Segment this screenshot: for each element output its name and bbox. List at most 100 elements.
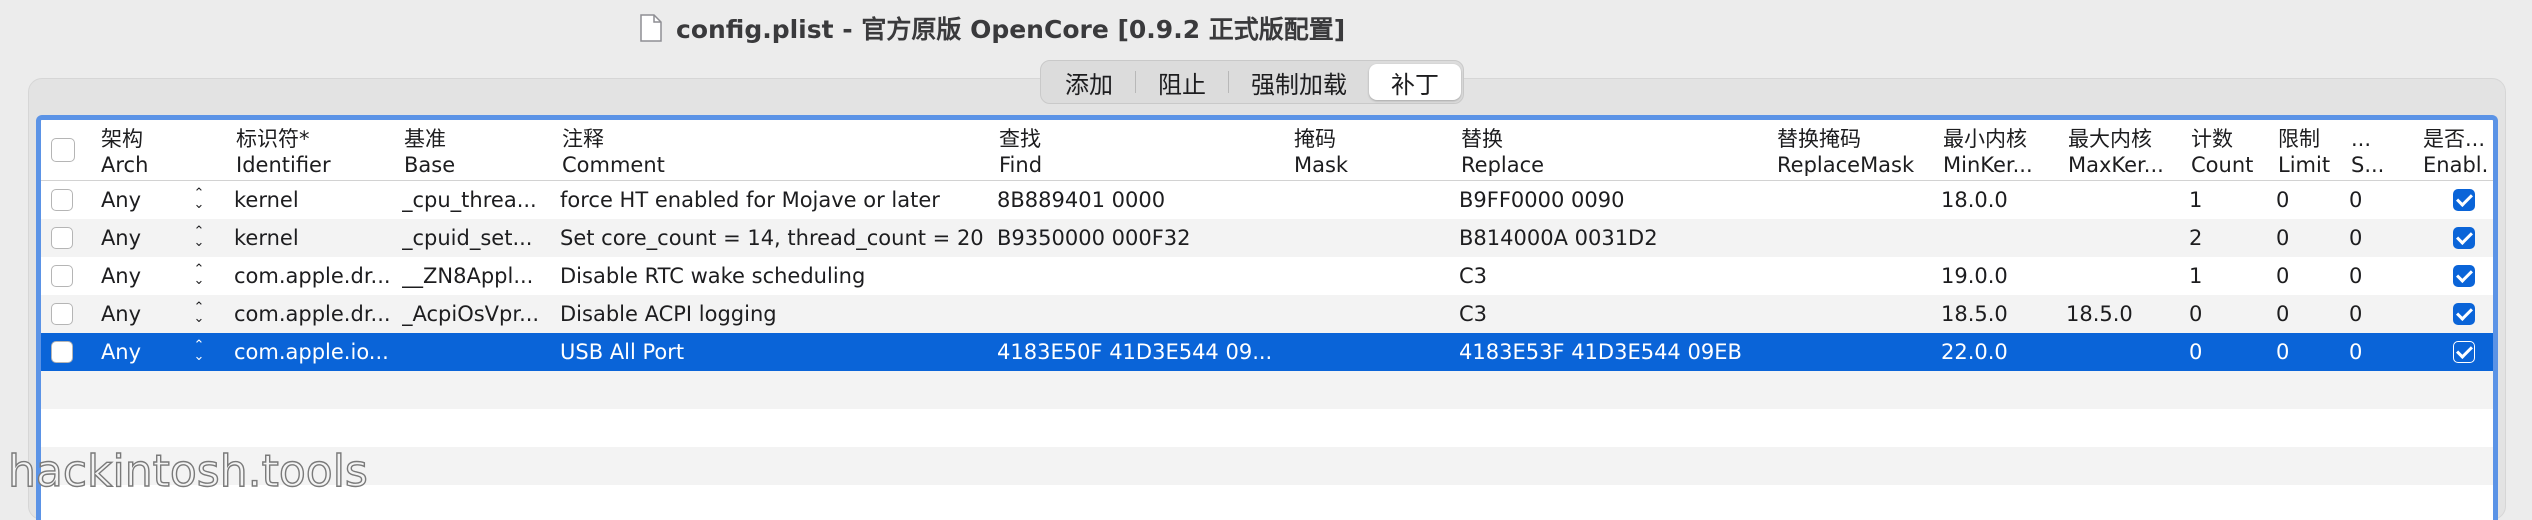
cell-identifier: kernel (234, 188, 299, 212)
column-header-replacemask[interactable]: 替换掩码 ReplaceMask (1777, 126, 1917, 176)
column-header-mask[interactable]: 掩码 Mask (1294, 126, 1384, 176)
cell-find: 8B889401 0000 (997, 188, 1166, 212)
column-header-en: Identifier (236, 153, 331, 176)
cell-arch[interactable]: Any (91, 181, 151, 219)
title-bar: config.plist - 官方原版 OpenCore [0.9.2 正式版配… (0, 0, 2532, 56)
column-header-skip[interactable]: ... S... (2351, 126, 2396, 176)
table-row[interactable]: Any com.apple.dr... __ZN8Appl... Disable RT… (41, 257, 2493, 295)
column-header-en: Arch (101, 153, 149, 176)
column-header-count[interactable]: 计数 Count (2191, 126, 2261, 176)
cell-arch[interactable]: Any (91, 257, 151, 295)
column-header-en: Find (999, 153, 1043, 176)
cell-maxkernel (2066, 333, 2186, 371)
cell-limit: 0 (2276, 302, 2290, 326)
empty-row (41, 371, 2493, 409)
arch-stepper-icon[interactable]: ⌃ ⌄ (193, 339, 205, 363)
column-header-minkernel[interactable]: 最小内核 MinKer... (1943, 126, 2053, 176)
column-header-identifier[interactable]: 标识符* Identifier (236, 126, 331, 176)
row-select-checkbox[interactable] (51, 303, 73, 325)
column-header-en: ReplaceMask (1777, 153, 1915, 176)
column-header-maxkernel[interactable]: 最大内核 MaxKer... (2068, 126, 2178, 176)
column-header-comment[interactable]: 注释 Comment (562, 126, 762, 176)
cell-comment: force HT enabled for Mojave or later (560, 188, 940, 212)
column-header-base[interactable]: 基准 Base (404, 126, 494, 176)
cell-base: _cpu_threa... (402, 188, 537, 212)
column-header-en: S... (2351, 153, 2385, 176)
row-select-checkbox[interactable] (51, 265, 73, 287)
cell-skip: 0 (2349, 264, 2363, 288)
arch-stepper-icon[interactable]: ⌃ ⌄ (193, 263, 205, 287)
cell-minkernel: 18.0.0 (1941, 188, 2008, 212)
tab-add[interactable]: 添加 (1043, 64, 1135, 100)
column-header-zh: 架构 (101, 127, 143, 151)
empty-row (41, 447, 2493, 485)
column-header-zh: 替换 (1461, 127, 1503, 151)
column-header-en: Count (2191, 153, 2254, 176)
window-title-group: config.plist - 官方原版 OpenCore [0.9.2 正式版配… (640, 10, 1345, 46)
cell-count: 2 (2189, 226, 2203, 250)
cell-limit: 0 (2276, 340, 2290, 364)
cell-mask (1292, 257, 1452, 295)
watermark: hackintosh.tools (7, 445, 368, 497)
tab-block[interactable]: 阻止 (1136, 64, 1228, 100)
cell-maxkernel (2066, 181, 2186, 219)
column-header-zh: 限制 (2278, 127, 2320, 151)
column-header-replace[interactable]: 替换 Replace (1461, 126, 1661, 176)
table-row[interactable]: Any com.apple.dr... _AcpiOsVpr... Disable A… (41, 295, 2493, 333)
tab-bar: 添加 阻止 强制加载 补丁 (1040, 60, 1464, 104)
row-select-checkbox[interactable] (51, 189, 73, 211)
arch-stepper-icon[interactable]: ⌃ ⌄ (193, 187, 205, 211)
table-row[interactable]: Any kernel _cpu_threa... force HT enabled f… (41, 181, 2493, 219)
cell-comment: Disable RTC wake scheduling (560, 264, 866, 288)
window-title: config.plist - 官方原版 OpenCore [0.9.2 正式版配… (676, 15, 1346, 44)
cell-replace: 4183E53F 41D3E544 09EB (1459, 340, 1742, 364)
column-header-enabled[interactable]: 是否...Enabl... (2423, 126, 2488, 176)
enabled-checkbox[interactable] (2453, 265, 2475, 287)
column-header-limit[interactable]: 限制 Limit (2278, 126, 2338, 176)
tab-patch[interactable]: 补丁 (1369, 64, 1461, 100)
cell-base (402, 333, 552, 371)
arch-stepper-icon[interactable]: ⌃ ⌄ (193, 225, 205, 249)
cell-replacemask (1775, 295, 1935, 333)
select-all-checkbox[interactable] (51, 138, 75, 162)
table-body: Any kernel _cpu_threa... force HT enabled f… (41, 181, 2493, 520)
enabled-checkbox[interactable] (2453, 341, 2475, 363)
cell-skip: 0 (2349, 226, 2363, 250)
empty-row (41, 485, 2493, 520)
cell-base: _AcpiOsVpr... (402, 302, 540, 326)
cell-identifier: com.apple.dr... (234, 264, 391, 288)
column-header-zh: 计数 (2191, 127, 2233, 151)
row-select-checkbox[interactable] (51, 341, 73, 363)
tab-force[interactable]: 强制加载 (1229, 64, 1369, 100)
column-header-en: Comment (562, 153, 665, 176)
column-header-en: Mask (1294, 153, 1349, 176)
cell-replace: B9FF0000 0090 (1459, 188, 1625, 212)
cell-identifier: kernel (234, 226, 299, 250)
cell-identifier: com.apple.dr... (234, 302, 391, 326)
enabled-checkbox[interactable] (2453, 189, 2475, 211)
arch-stepper-icon[interactable]: ⌃ ⌄ (193, 301, 205, 325)
table-row[interactable]: Any kernel _cpuid_set... Set core_count = 1… (41, 219, 2493, 257)
empty-row (41, 409, 2493, 447)
column-header-en: MinKer... (1943, 153, 2033, 176)
cell-arch[interactable]: Any (91, 333, 151, 371)
column-header-zh: 最大内核 (2068, 127, 2152, 151)
column-header-arch[interactable]: 架构 Arch (101, 126, 171, 176)
cell-maxkernel (2066, 219, 2186, 257)
cell-arch[interactable]: Any (91, 219, 151, 257)
column-header-find[interactable]: 查找 Find (999, 126, 1199, 176)
table-header: 架构 Arch 标识符* Identifier 基准 Base 注释 Comment 查… (41, 120, 2493, 181)
row-select-checkbox[interactable] (51, 227, 73, 249)
enabled-checkbox[interactable] (2453, 303, 2475, 325)
table-row[interactable]: Any com.apple.io... USB All Port 4183E50F 4… (41, 333, 2493, 371)
cell-arch[interactable]: Any (91, 295, 151, 333)
cell-maxkernel (2066, 257, 2186, 295)
cell-replacemask (1775, 333, 1935, 371)
cell-count: 0 (2189, 340, 2203, 364)
column-header-zh: 替换掩码 (1777, 127, 1861, 151)
cell-replace: C3 (1459, 302, 1488, 326)
cell-find: B9350000 000F32 (997, 226, 1191, 250)
column-header-zh: 基准 (404, 127, 446, 151)
enabled-checkbox[interactable] (2453, 227, 2475, 249)
column-header-zh: 查找 (999, 127, 1041, 151)
